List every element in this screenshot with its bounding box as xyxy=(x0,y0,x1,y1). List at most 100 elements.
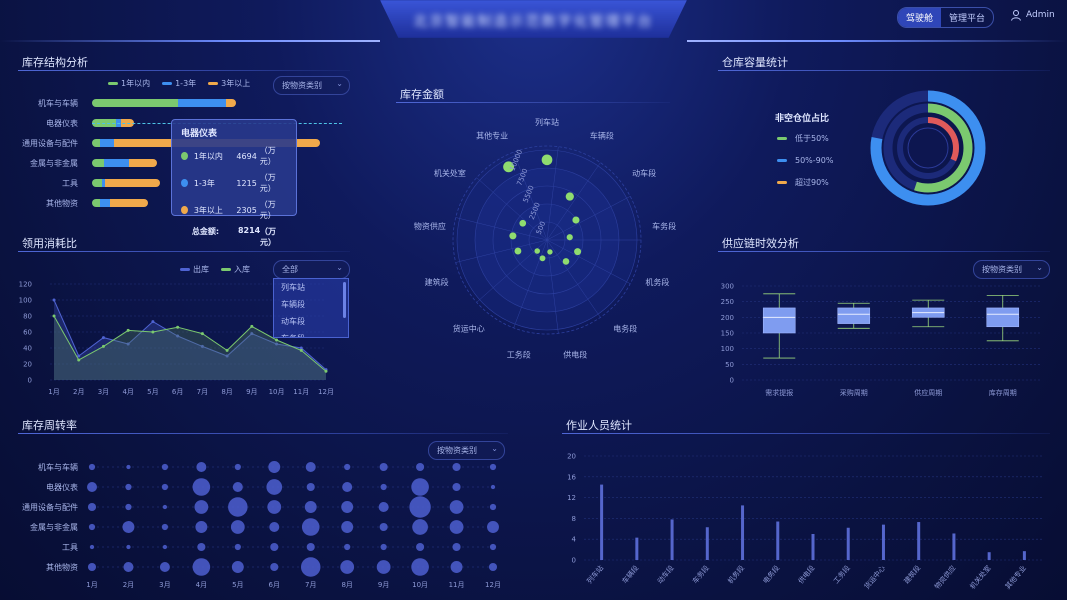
category-label: 金属与非金属 xyxy=(30,159,78,168)
x-tick-label: 需求提报 xyxy=(765,388,793,397)
bar-segment[interactable] xyxy=(105,179,160,187)
bar-segment[interactable] xyxy=(92,199,100,207)
bar xyxy=(600,484,604,560)
legend-item[interactable]: 3年以上 xyxy=(208,78,250,89)
bar xyxy=(881,524,885,560)
bubble xyxy=(305,462,316,472)
angular-label: 货运中心 xyxy=(453,323,485,333)
legend-item[interactable]: 入库 xyxy=(221,264,250,275)
panel-underline xyxy=(562,433,1050,434)
station-select[interactable]: 全部 ⌄ xyxy=(273,260,350,279)
y-tick-label: 100 xyxy=(721,345,734,353)
panel-underline xyxy=(396,102,670,103)
legend-item[interactable]: 超过90% xyxy=(777,177,833,188)
station-dropdown-list: 列车站 车辆段 动车段 车务段 xyxy=(273,278,349,338)
data-point xyxy=(101,336,105,340)
bar-segment[interactable] xyxy=(100,199,110,207)
header: 北京智能制造示范数字化管理平台 驾驶舱 管理平台 Admin xyxy=(0,0,1067,48)
bubble xyxy=(380,543,387,551)
bar-segment[interactable] xyxy=(100,139,114,147)
bubble xyxy=(490,484,496,490)
bar xyxy=(917,522,921,560)
ring-center xyxy=(907,127,949,169)
x-tick-label: 3月 xyxy=(159,581,170,589)
category-label: 通用设备与配件 xyxy=(22,502,78,512)
bar-segment[interactable] xyxy=(92,139,100,147)
bubble xyxy=(87,502,97,512)
stacked-bar[interactable] xyxy=(92,199,148,207)
bar-segment[interactable] xyxy=(104,159,129,167)
angular-label: 电务段 xyxy=(613,323,637,333)
management-button[interactable]: 管理平台 xyxy=(941,8,993,27)
legend-item[interactable]: 50%-90% xyxy=(777,156,833,165)
x-tick-label: 货运中心 xyxy=(862,564,887,591)
bar xyxy=(776,521,780,560)
bubble xyxy=(379,462,388,472)
stacked-bar[interactable] xyxy=(92,159,157,167)
cockpit-button[interactable]: 驾驶舱 xyxy=(898,8,942,27)
data-point xyxy=(151,330,155,334)
bar-segment[interactable] xyxy=(226,99,236,107)
warehouse-legend: 低于50% 50%-90% 超过90% xyxy=(777,133,833,188)
stacked-bar[interactable] xyxy=(92,179,160,187)
bubble xyxy=(380,483,387,491)
x-tick-label: 6月 xyxy=(269,581,280,589)
x-tick-label: 5月 xyxy=(232,581,243,589)
tooltip-row: 1年以内 4694 （万元） xyxy=(181,145,287,167)
data-point xyxy=(509,232,517,240)
x-tick-label: 9月 xyxy=(378,581,389,589)
data-point xyxy=(77,358,81,362)
x-tick-label: 3月 xyxy=(98,388,109,396)
category-label: 工具 xyxy=(62,543,78,552)
bar-segment[interactable] xyxy=(110,199,148,207)
y-tick-label: 120 xyxy=(19,281,32,289)
bar-segment[interactable] xyxy=(178,99,226,107)
bubble xyxy=(87,562,97,572)
y-tick-label: 12 xyxy=(567,494,576,502)
legend-item[interactable]: 1-3年 xyxy=(162,78,196,89)
chevron-down-icon: ⌄ xyxy=(491,444,498,453)
bubble xyxy=(232,482,243,492)
legend-item[interactable]: 1年以内 xyxy=(108,78,150,89)
stacked-bar[interactable] xyxy=(92,99,236,107)
data-point xyxy=(275,338,279,342)
legend-item[interactable]: 低于50% xyxy=(777,133,833,144)
bubble xyxy=(487,521,499,533)
bubble xyxy=(268,461,281,473)
y-tick-label: 50 xyxy=(725,361,734,369)
bubble xyxy=(449,500,464,514)
bar xyxy=(741,505,745,560)
user-menu[interactable]: Admin xyxy=(1010,9,1055,21)
category-select[interactable]: 按物资类别 ⌄ xyxy=(973,260,1050,279)
panel-underline xyxy=(718,70,1050,71)
y-tick-label: 0 xyxy=(28,377,32,385)
legend-item[interactable]: 出库 xyxy=(180,264,209,275)
inventory-structure-legend: 1年以内 1-3年 3年以上 xyxy=(108,78,250,89)
category-select[interactable]: 按物资类别 ⌄ xyxy=(273,76,350,95)
bar-segment[interactable] xyxy=(92,99,178,107)
bubble xyxy=(126,464,131,470)
y-tick-label: 250 xyxy=(721,298,734,306)
y-tick-label: 8 xyxy=(572,515,576,523)
bar-segment[interactable] xyxy=(92,159,104,167)
workers-title: 作业人员统计 xyxy=(566,419,632,432)
chevron-down-icon: ⌄ xyxy=(336,79,343,88)
data-point xyxy=(547,249,553,255)
y-tick-label: 0 xyxy=(572,557,576,565)
category-label: 其他物资 xyxy=(46,199,78,208)
bar-segment[interactable] xyxy=(92,179,102,187)
header-line-left xyxy=(0,40,380,42)
bubble xyxy=(416,542,425,552)
bubble xyxy=(342,482,353,492)
turnover-title: 库存周转率 xyxy=(22,419,77,432)
scrollbar[interactable] xyxy=(343,282,346,318)
data-point xyxy=(534,248,541,254)
bar-segment[interactable] xyxy=(129,159,157,167)
dropdown-option[interactable]: 动车段 xyxy=(274,313,348,330)
dropdown-option[interactable]: 车辆段 xyxy=(274,296,348,313)
x-tick-label: 5月 xyxy=(147,388,158,396)
dropdown-option[interactable]: 列车站 xyxy=(274,279,348,296)
data-point xyxy=(324,369,328,373)
x-tick-label: 动车段 xyxy=(655,564,675,586)
dropdown-option[interactable]: 车务段 xyxy=(274,330,348,337)
